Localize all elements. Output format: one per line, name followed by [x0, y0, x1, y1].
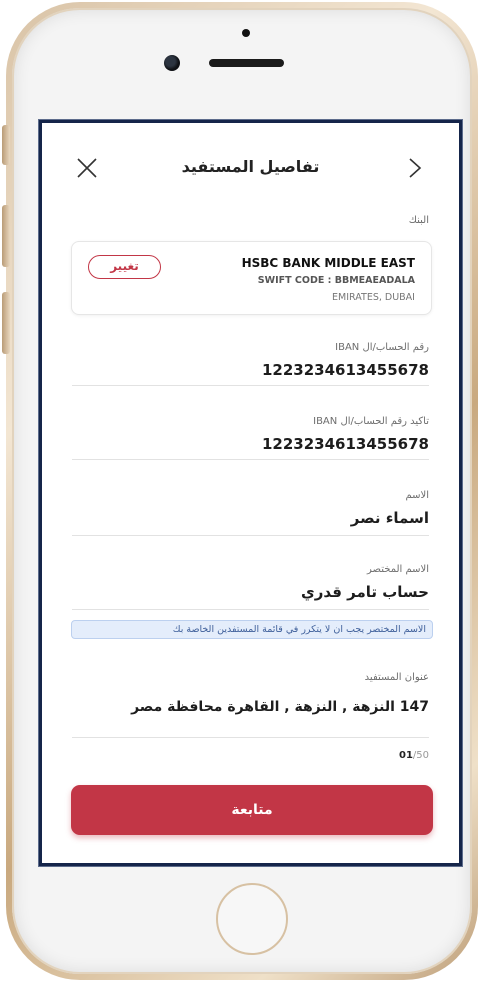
counter-max: /50 [412, 750, 429, 761]
iban-confirm-field[interactable]: 1223234613455678 [262, 435, 429, 453]
divider [72, 737, 429, 738]
divider [72, 459, 429, 460]
app-screen: تفاصيل المستفيد البنك HSBC BANK MIDDLE E… [38, 119, 463, 867]
counter-current: 01 [398, 750, 413, 761]
address-label: عنوان المستفيد [364, 672, 429, 683]
sensor [242, 29, 250, 37]
divider [72, 609, 429, 610]
iban-field[interactable]: 1223234613455678 [262, 361, 429, 379]
nickname-label: الاسم المختصر [367, 564, 429, 575]
bank-name: HSBC BANK MIDDLE EAST [241, 256, 415, 270]
divider [72, 535, 429, 536]
character-counter: 01/50 [399, 750, 429, 761]
page-title: تفاصيل المستفيد [181, 157, 320, 176]
chevron-right-icon[interactable] [404, 157, 426, 179]
name-field[interactable]: اسماء نصر [351, 509, 429, 527]
side-button [2, 292, 10, 354]
camera-icon [164, 55, 180, 71]
swift-code: SWIFT CODE : BBMEAEADALA [257, 275, 415, 286]
iban-label: رقم الحساب/ال IBAN [335, 342, 429, 353]
divider [72, 385, 429, 386]
change-bank-button[interactable]: تغيير [88, 255, 161, 279]
address-field[interactable]: 147 النزهة , النزهة , القاهرة محافظة مصر [129, 698, 429, 717]
bank-label: البنك [408, 215, 429, 226]
continue-button[interactable]: متابعة [71, 785, 433, 835]
bank-location: EMIRATES, DUBAI [332, 292, 415, 303]
bank-card: HSBC BANK MIDDLE EAST SWIFT CODE : BBMEA… [71, 241, 432, 315]
nickname-field[interactable]: حساب تامر قدري [301, 583, 429, 601]
iban-confirm-label: تاكيد رقم الحساب/ال IBAN [313, 416, 429, 427]
header: تفاصيل المستفيد [42, 123, 459, 213]
side-button [2, 205, 10, 267]
home-button[interactable] [216, 883, 288, 955]
name-label: الاسم [405, 490, 429, 501]
nickname-hint: الاسم المختصر يجب ان لا يتكرر في قائمة ا… [71, 620, 433, 639]
side-button [2, 125, 10, 165]
speaker [209, 59, 284, 67]
